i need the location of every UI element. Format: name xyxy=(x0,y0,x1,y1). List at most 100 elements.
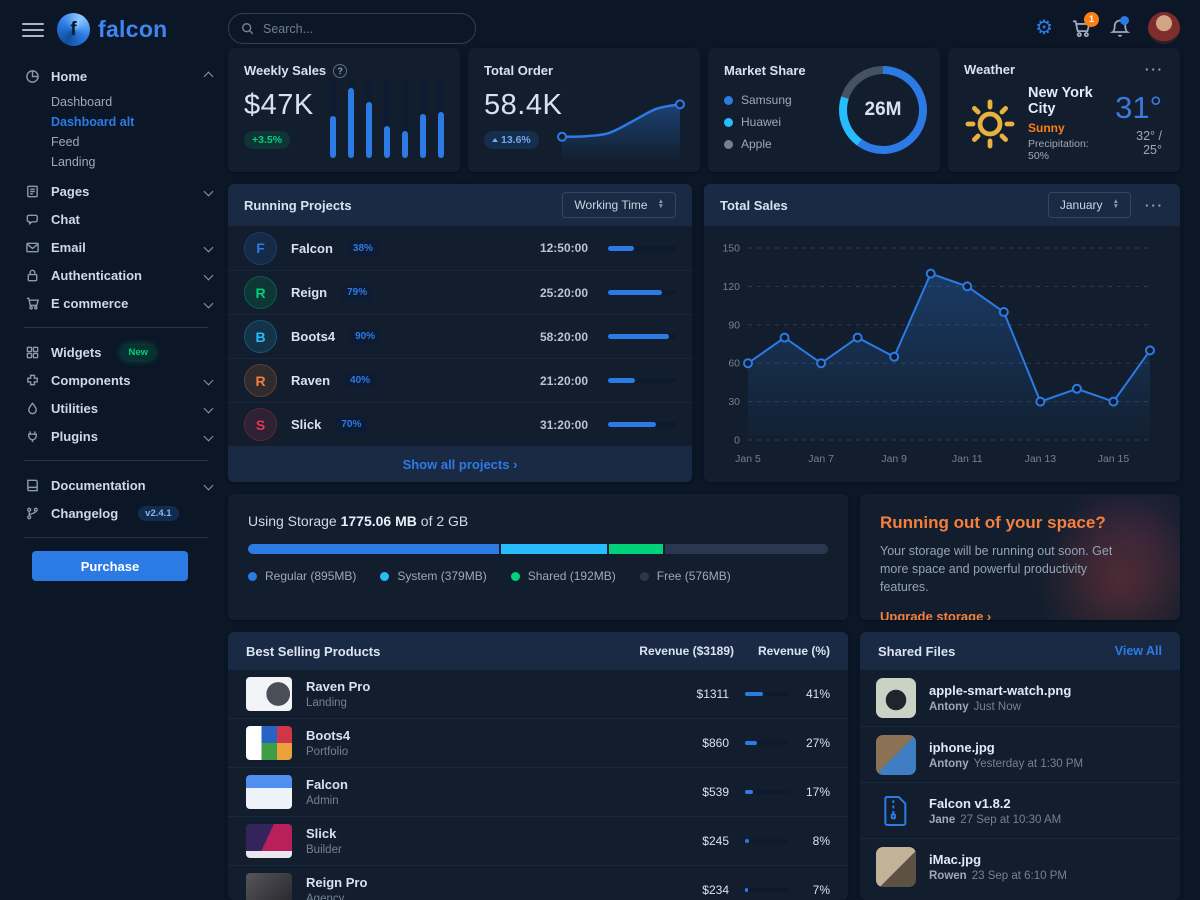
ellipsis-menu-icon[interactable]: ··· xyxy=(1145,62,1164,77)
sidebar-item-email[interactable]: Email xyxy=(24,233,212,261)
search-input-wrapper xyxy=(228,13,476,44)
hamburger-menu-button[interactable] xyxy=(22,19,44,41)
legend-item: System (379MB) xyxy=(380,569,486,583)
user-avatar[interactable] xyxy=(1148,12,1180,44)
table-title: Shared Files xyxy=(878,644,1115,659)
shared-files-card: Shared Files View All apple-smart-watch.… xyxy=(860,632,1180,900)
weather-card: Weather ··· New York City Sunny Precipit… xyxy=(948,48,1180,172)
sidebar-item-dashboard[interactable]: Dashboard xyxy=(51,92,212,112)
settings-gear-icon[interactable]: ⚙ xyxy=(1035,18,1053,38)
revenue-progressbar xyxy=(745,741,790,745)
sidebar-item-pages[interactable]: Pages xyxy=(24,177,212,205)
file-row[interactable]: Falcon v1.8.2Jane27 Sep at 10:30 AM xyxy=(860,782,1180,838)
chevron-down-icon xyxy=(204,375,214,385)
storage-card: Using Storage 1775.06 MB of 2 GB Regular… xyxy=(228,494,848,620)
help-icon[interactable]: ? xyxy=(333,64,347,78)
search-input[interactable] xyxy=(263,22,463,36)
nav-divider xyxy=(24,460,208,461)
falcon-logo-icon: f xyxy=(57,13,90,46)
weekly-sales-bar xyxy=(366,78,372,158)
table-row[interactable]: Raven ProLanding $1311 41% xyxy=(228,670,848,719)
running-projects-card: Running Projects Working Time ▲▼ F Falco… xyxy=(228,184,692,482)
falcon-dashboard: f falcon Home Dashboard Dashboard alt Fe… xyxy=(0,0,1200,900)
revenue-progressbar xyxy=(745,888,790,892)
project-row[interactable]: F Falcon 38% 12:50:00 xyxy=(228,226,692,270)
upgrade-storage-link[interactable]: Upgrade storage › xyxy=(880,609,991,620)
sidebar-item-widgets[interactable]: Widgets New xyxy=(24,338,212,366)
version-badge: v2.4.1 xyxy=(138,506,178,521)
weekly-sales-bar xyxy=(348,78,354,158)
product-thumbnail xyxy=(246,775,292,809)
table-row[interactable]: Boots4Portfolio $860 27% xyxy=(228,719,848,768)
ellipsis-menu-icon[interactable]: ··· xyxy=(1145,198,1164,213)
table-row[interactable]: SlickBuilder $245 8% xyxy=(228,817,848,866)
svg-text:Jan 5: Jan 5 xyxy=(735,453,761,465)
legend-dot xyxy=(380,572,389,581)
legend-dot xyxy=(724,118,733,127)
sidebar-item-components[interactable]: Components xyxy=(24,366,212,394)
storage-segment xyxy=(248,544,499,554)
view-all-link[interactable]: View All xyxy=(1115,644,1162,658)
table-row[interactable]: Reign ProAgency $234 7% xyxy=(228,866,848,900)
file-row[interactable]: iMac.jpgRowen23 Sep at 6:10 PM xyxy=(860,838,1180,894)
purchase-button[interactable]: Purchase xyxy=(32,551,188,581)
file-thumbnail xyxy=(876,678,916,718)
storage-segment xyxy=(501,544,607,554)
revenue-progressbar xyxy=(745,839,790,843)
table-row[interactable]: FalconAdmin $539 17% xyxy=(228,768,848,817)
sidebar-item-feed[interactable]: Feed xyxy=(51,132,212,152)
chevron-up-icon xyxy=(204,71,214,81)
search-icon xyxy=(241,22,255,36)
sidebar-item-authentication[interactable]: Authentication xyxy=(24,261,212,289)
project-avatar: F xyxy=(244,232,277,265)
falcon-logo[interactable]: f falcon xyxy=(57,13,168,46)
pages-icon xyxy=(24,184,40,199)
project-avatar: R xyxy=(244,364,277,397)
show-all-projects-link[interactable]: Show all projects › xyxy=(403,457,518,472)
month-select[interactable]: January ▲▼ xyxy=(1048,192,1131,218)
project-progressbar xyxy=(608,334,676,339)
working-time-select[interactable]: Working Time ▲▼ xyxy=(562,192,676,218)
weekly-sales-bar xyxy=(330,78,336,158)
shopping-cart-icon[interactable]: 1 xyxy=(1071,18,1092,39)
space-body: Your storage will be running out soon. G… xyxy=(880,542,1130,596)
project-progressbar xyxy=(608,246,676,251)
sun-icon xyxy=(964,98,1016,150)
total-order-badge: 13.6% xyxy=(484,131,539,149)
file-row[interactable]: apple-smart-watch.pngAntonyJust Now xyxy=(860,670,1180,726)
cart-count-badge: 1 xyxy=(1084,12,1099,27)
sidebar-item-plugins[interactable]: Plugins xyxy=(24,422,212,450)
project-row[interactable]: S Slick 70% 31:20:00 xyxy=(228,402,692,446)
legend-dot xyxy=(640,572,649,581)
pie-chart-icon xyxy=(24,69,40,84)
sidebar-item-changelog[interactable]: Changelog v2.4.1 xyxy=(24,499,212,527)
puzzle-icon xyxy=(24,373,40,388)
svg-text:Jan 13: Jan 13 xyxy=(1025,453,1057,465)
project-row[interactable]: B Boots4 90% 58:20:00 xyxy=(228,314,692,358)
sidebar-item-ecommerce[interactable]: E commerce xyxy=(24,289,212,317)
sort-arrows-icon: ▲▼ xyxy=(658,200,664,209)
sidebar-item-documentation[interactable]: Documentation xyxy=(24,471,212,499)
sidebar-item-chat[interactable]: Chat xyxy=(24,205,212,233)
total-order-chart xyxy=(552,82,690,162)
svg-text:Jan 15: Jan 15 xyxy=(1098,453,1130,465)
legend-dot xyxy=(248,572,257,581)
product-percent: 41% xyxy=(790,687,830,701)
product-revenue: $860 xyxy=(639,736,729,750)
storage-legend: Regular (895MB) System (379MB) Shared (1… xyxy=(248,569,828,583)
sidebar-item-landing[interactable]: Landing xyxy=(51,152,212,172)
project-row[interactable]: R Reign 79% 25:20:00 xyxy=(228,270,692,314)
file-thumbnail xyxy=(876,847,916,887)
project-row[interactable]: R Raven 40% 21:20:00 xyxy=(228,358,692,402)
weather-condition: Sunny xyxy=(1028,121,1103,135)
weekly-sales-bar xyxy=(438,78,444,158)
sidebar-item-dashboard-alt[interactable]: Dashboard alt xyxy=(51,112,212,132)
notifications-bell-icon[interactable] xyxy=(1110,18,1130,38)
legend-item: Shared (192MB) xyxy=(511,569,616,583)
file-row[interactable]: iphone.jpgAntonyYesterday at 1:30 PM xyxy=(860,726,1180,782)
sidebar-item-utilities[interactable]: Utilities xyxy=(24,394,212,422)
space-heading: Running out of your space? xyxy=(880,513,1160,533)
sidebar-item-home[interactable]: Home xyxy=(24,62,212,90)
revenue-progressbar xyxy=(745,790,790,794)
topbar-icons: ⚙ 1 xyxy=(1035,10,1180,46)
